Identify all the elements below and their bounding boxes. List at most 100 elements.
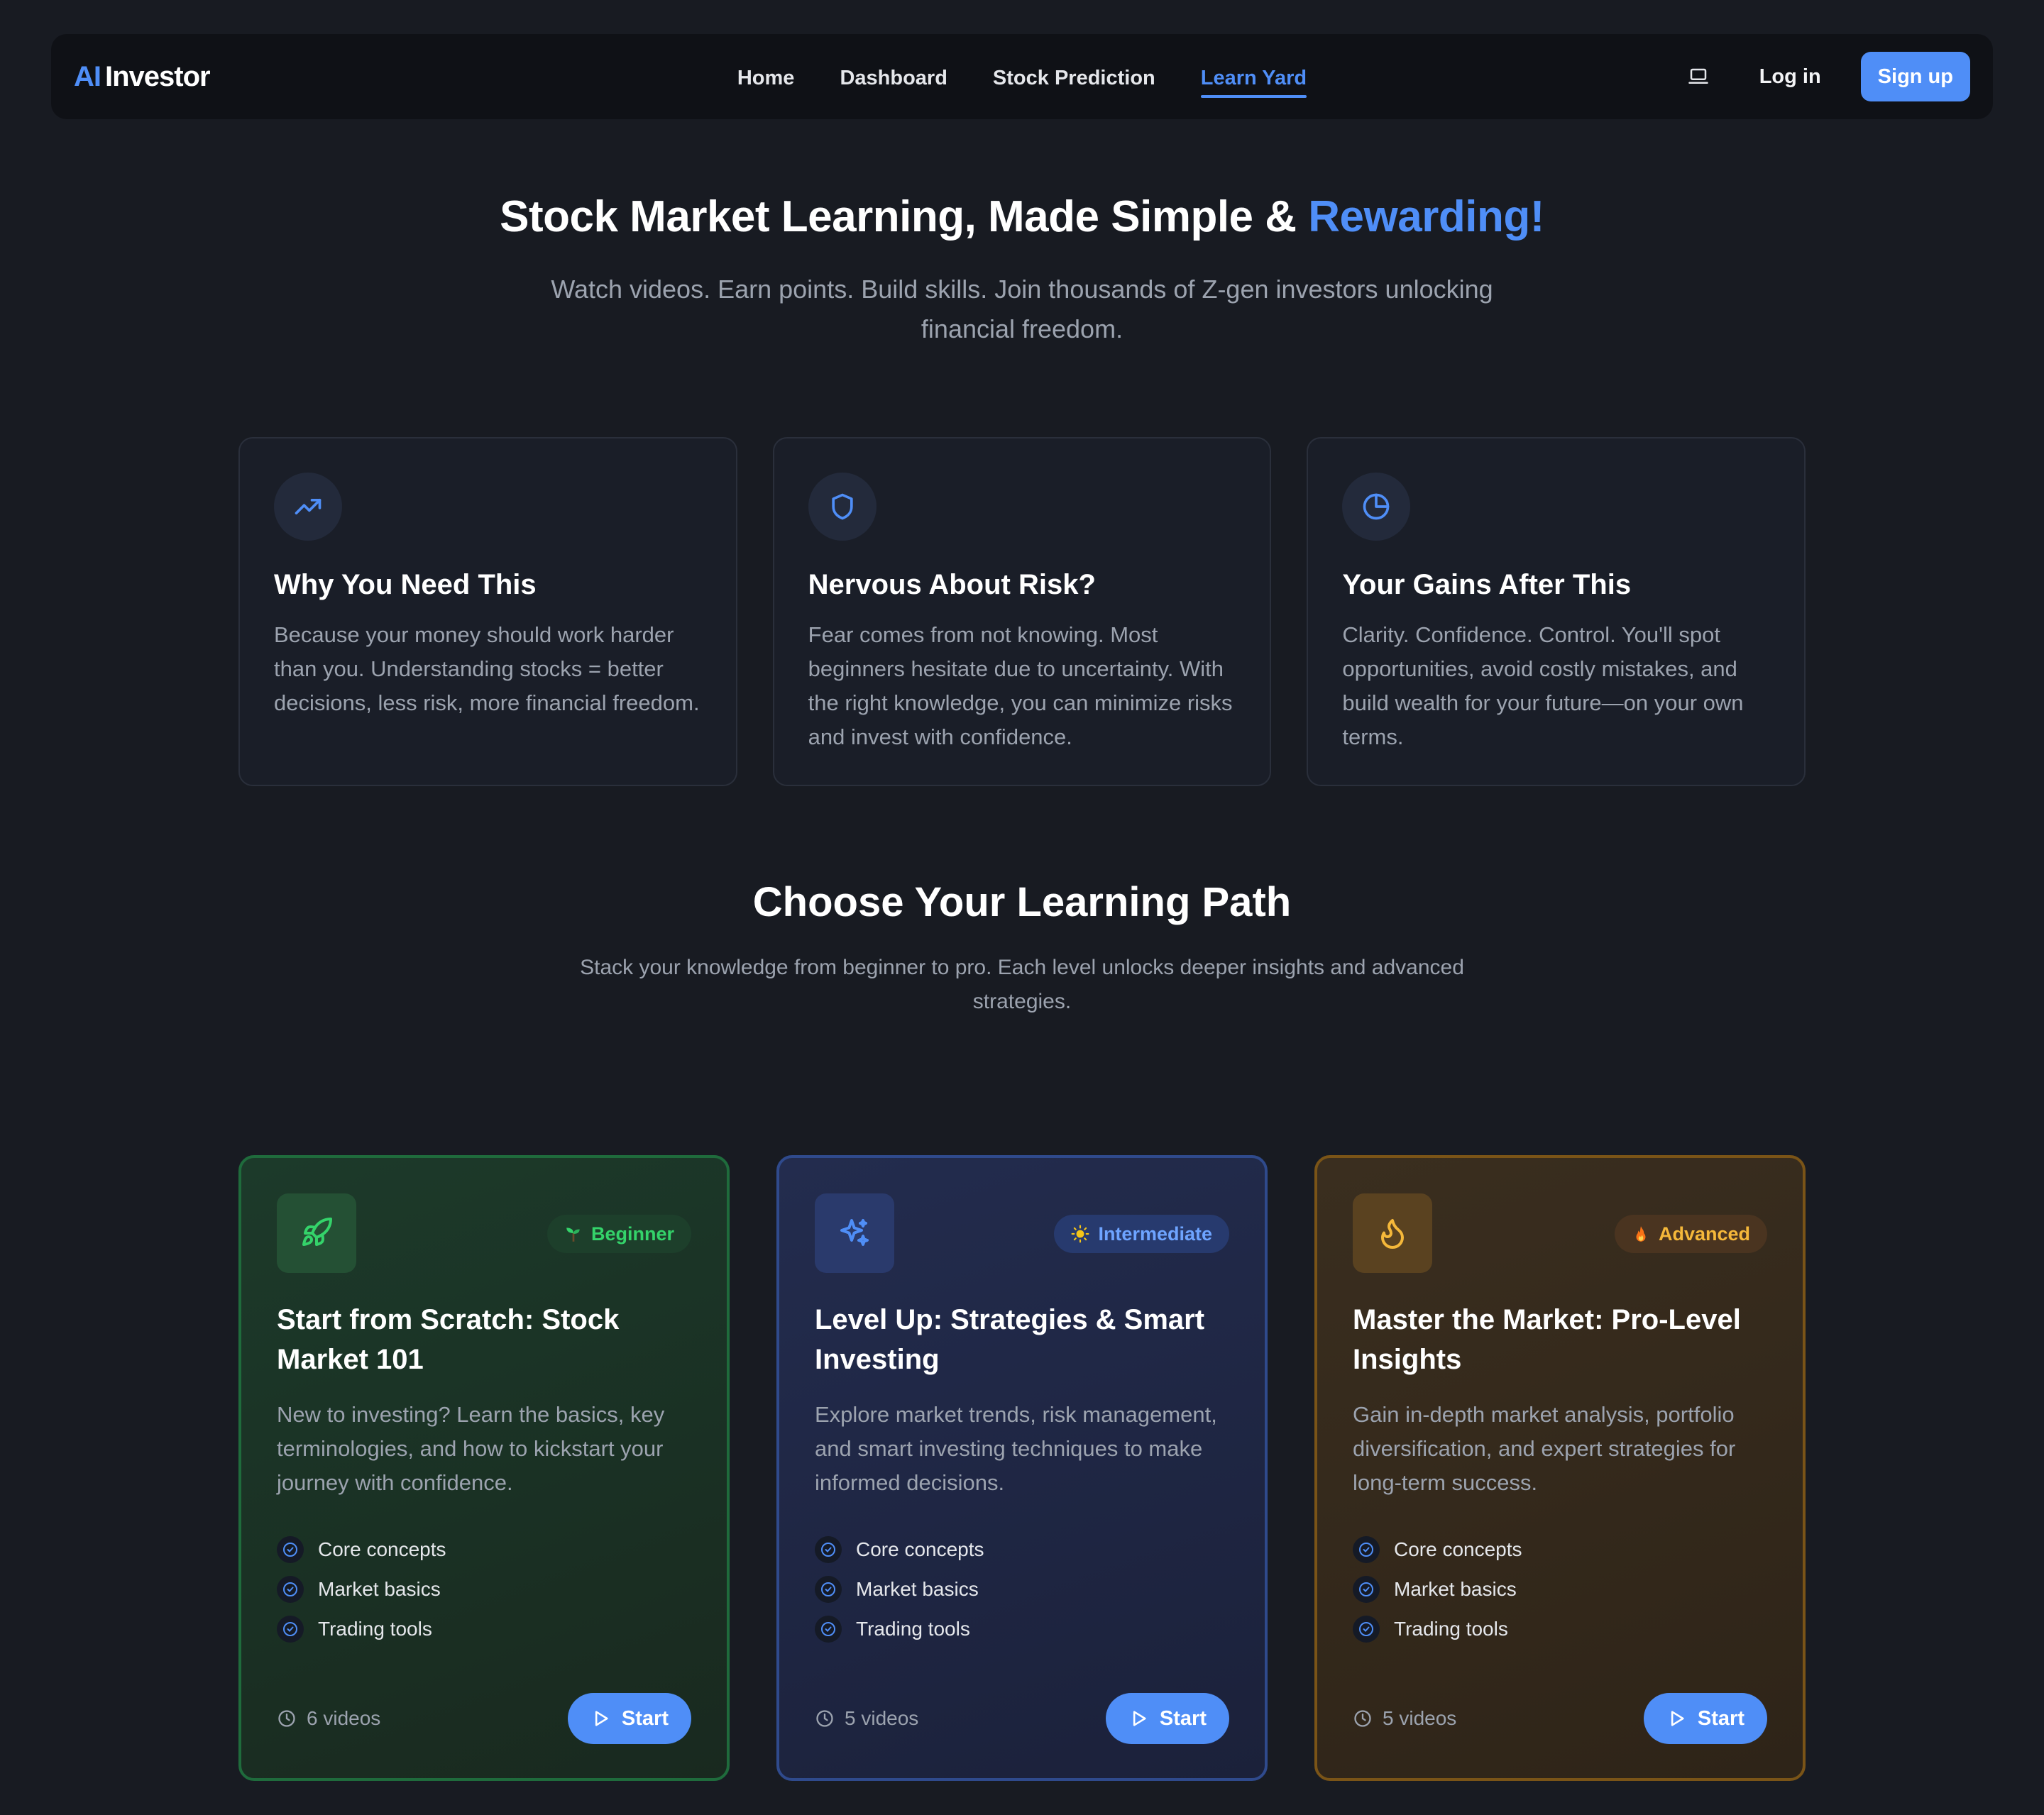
start-button-label: Start — [621, 1706, 669, 1730]
list-item-label: Trading tools — [1394, 1618, 1508, 1640]
nav-link-dashboard[interactable]: Dashboard — [840, 34, 947, 119]
level-cards: Beginner Start from Scratch: Stock Marke… — [238, 1155, 1806, 1781]
level-description: Explore market trends, risk management, … — [815, 1402, 1217, 1495]
nav-link-learn-yard[interactable]: Learn Yard — [1200, 34, 1307, 119]
level-badge-label: Advanced — [1658, 1223, 1750, 1245]
nav-link-home[interactable]: Home — [737, 34, 795, 119]
level-badge-label: Intermediate — [1098, 1223, 1212, 1245]
hero-title: Stock Market Learning, Made Simple & Rew… — [0, 192, 2044, 242]
level-title: Level Up: Strategies & Smart Investing — [815, 1304, 1205, 1375]
video-count-label: 5 videos — [845, 1707, 919, 1729]
feature-title: Why You Need This — [274, 569, 537, 600]
start-button-label: Start — [1159, 1706, 1207, 1730]
feature-title: Nervous About Risk? — [808, 569, 1096, 600]
level-description: New to investing? Learn the basics, key … — [277, 1402, 665, 1495]
list-item-label: Trading tools — [856, 1618, 970, 1640]
list-item: Core concepts — [815, 1530, 1229, 1569]
list-item-label: Core concepts — [856, 1538, 984, 1560]
list-item: Market basics — [1353, 1569, 1767, 1609]
sun-icon — [1071, 1225, 1089, 1243]
feature-title: Your Gains After This — [1342, 569, 1632, 600]
list-item: Market basics — [815, 1569, 1229, 1609]
sprout-icon — [566, 1228, 580, 1242]
video-count: 5 videos — [815, 1707, 918, 1730]
level-title: Master the Market: Pro-Level Insights — [1353, 1304, 1741, 1375]
level-footer: 5 videos Start — [1353, 1693, 1767, 1744]
list-item: Core concepts — [277, 1530, 691, 1569]
level-badge-label: Beginner — [590, 1223, 674, 1245]
rocket-icon — [302, 1217, 332, 1246]
level-icon-wrap — [1353, 1193, 1432, 1273]
learning-path-title: Choose Your Learning Path — [752, 879, 1292, 925]
check-circle-icon — [277, 1576, 304, 1603]
list-item: Trading tools — [1353, 1609, 1767, 1649]
video-count: 6 videos — [277, 1707, 380, 1730]
theme-toggle-button[interactable] — [1677, 55, 1720, 98]
clock-icon — [816, 1710, 833, 1727]
trending-up-icon — [295, 499, 322, 514]
feature-cards: Why You Need This Because your money sho… — [238, 437, 1806, 786]
list-item-label: Trading tools — [318, 1618, 432, 1640]
learning-path-subtitle: Stack your knowledge from beginner to pr… — [580, 956, 1464, 1013]
fire-icon — [1636, 1226, 1646, 1242]
login-button[interactable]: Log in — [1759, 65, 1821, 89]
level-card-beginner: Beginner Start from Scratch: Stock Marke… — [238, 1155, 730, 1781]
check-circle-icon — [277, 1536, 304, 1563]
feature-text: Because your money should work harder th… — [274, 622, 700, 715]
list-item: Trading tools — [815, 1609, 1229, 1649]
hero-title-main: Stock Market Learning, Made Simple & — [500, 192, 1309, 241]
level-badge: Intermediate — [1054, 1215, 1229, 1253]
start-beginner-button[interactable]: Start — [567, 1693, 691, 1744]
video-count-label: 6 videos — [307, 1707, 381, 1729]
navbar: AI Investor Home Dashboard Stock Predicti… — [51, 34, 1993, 119]
start-advanced-button[interactable]: Start — [1643, 1693, 1767, 1744]
feature-text: Clarity. Confidence. Control. You'll spo… — [1342, 622, 1744, 749]
level-card-advanced: Advanced Master the Market: Pro-Level In… — [1314, 1155, 1806, 1781]
hero-subtitle: Watch videos. Earn points. Build skills.… — [551, 275, 1493, 343]
video-count: 5 videos — [1353, 1707, 1456, 1730]
check-circle-icon — [815, 1576, 842, 1603]
level-badge: Advanced — [1614, 1215, 1767, 1253]
shield-icon — [832, 493, 853, 520]
hero-title-accent: Rewarding! — [1308, 192, 1544, 241]
list-item: Core concepts — [1353, 1530, 1767, 1569]
check-circle-icon — [277, 1616, 304, 1643]
list-item-label: Core concepts — [1394, 1538, 1522, 1560]
start-intermediate-button[interactable]: Start — [1105, 1693, 1229, 1744]
play-icon — [595, 1711, 608, 1726]
list-item-label: Market basics — [318, 1578, 441, 1600]
feature-icon-wrap — [1342, 473, 1411, 541]
list-item: Market basics — [277, 1569, 691, 1609]
level-footer: 5 videos Start — [815, 1693, 1229, 1744]
nav-actions: Log in Sign up — [1677, 34, 1970, 119]
feature-text: Fear comes from not knowing. Most beginn… — [808, 622, 1233, 749]
list-item: Trading tools — [277, 1609, 691, 1649]
level-icon-wrap — [277, 1193, 356, 1273]
level-checklist: Core concepts Market basics Trading tool… — [277, 1530, 691, 1649]
clock-icon — [1354, 1710, 1371, 1727]
feature-card-gains: Your Gains After This Clarity. Confidenc… — [1307, 437, 1806, 786]
pie-chart-icon — [1363, 493, 1390, 520]
check-circle-icon — [815, 1616, 842, 1643]
check-circle-icon — [1353, 1616, 1380, 1643]
feature-icon-wrap — [274, 473, 342, 541]
nav-link-stock-prediction[interactable]: Stock Prediction — [993, 34, 1155, 119]
list-item-label: Market basics — [856, 1578, 979, 1600]
play-icon — [1671, 1711, 1684, 1726]
list-item-label: Core concepts — [318, 1538, 446, 1560]
feature-card-why: Why You Need This Because your money sho… — [238, 437, 737, 786]
laptop-icon — [1688, 68, 1708, 84]
list-item-label: Market basics — [1394, 1578, 1517, 1600]
clock-icon — [278, 1710, 295, 1727]
sparkles-icon — [840, 1219, 869, 1246]
level-icon-wrap — [815, 1193, 894, 1273]
level-checklist: Core concepts Market basics Trading tool… — [1353, 1530, 1767, 1649]
check-circle-icon — [815, 1536, 842, 1563]
flame-icon — [1381, 1219, 1404, 1249]
start-button-label: Start — [1697, 1706, 1744, 1730]
signup-button[interactable]: Sign up — [1860, 52, 1970, 101]
check-circle-icon — [1353, 1576, 1380, 1603]
level-description: Gain in-depth market analysis, portfolio… — [1353, 1402, 1736, 1495]
check-circle-icon — [1353, 1536, 1380, 1563]
feature-icon-wrap — [808, 473, 877, 541]
